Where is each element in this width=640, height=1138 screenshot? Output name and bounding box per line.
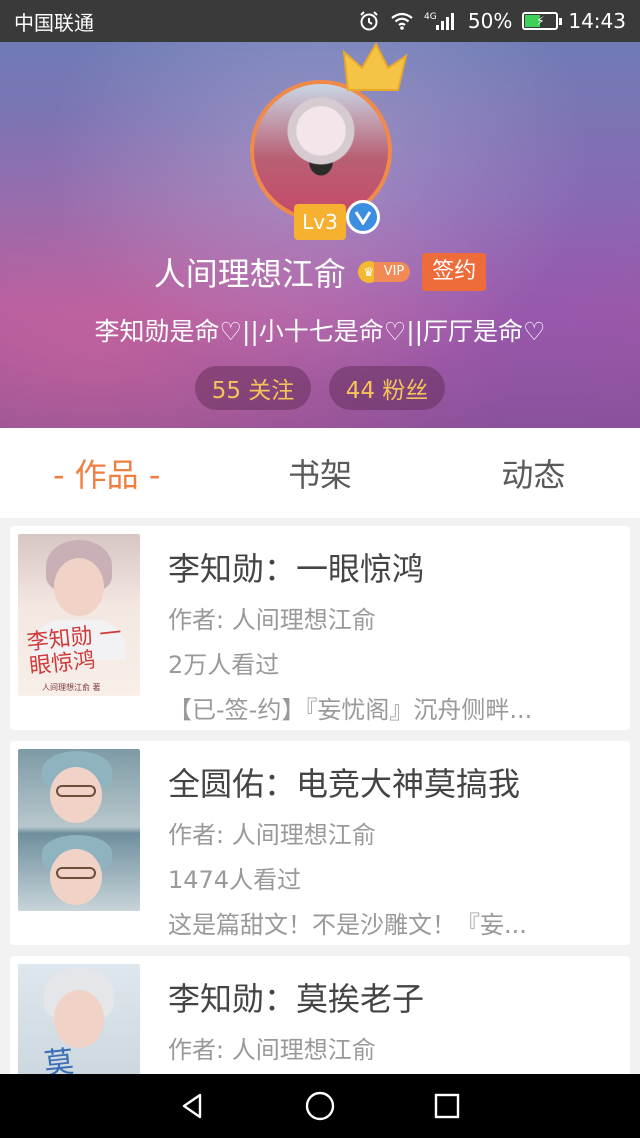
book-cover[interactable]: 李知勋 一眼惊鸿 人间理想江俞 著: [18, 534, 140, 696]
tab-bar: - 作品 - 书架 动态: [0, 428, 640, 518]
cover-caption: 人间理想江俞 著: [42, 683, 101, 692]
stats-row: 55 关注 44 粉丝: [0, 366, 640, 410]
book-cover[interactable]: 莫: [18, 964, 140, 1074]
recents-icon[interactable]: [423, 1082, 471, 1130]
book-title: 李知勋：一眼惊鸿: [168, 550, 425, 588]
wifi-icon: [390, 11, 414, 31]
level-badge: Lv3: [294, 204, 346, 240]
book-cover[interactable]: [18, 749, 140, 911]
battery-icon: ⚡: [522, 12, 563, 30]
avatar-container[interactable]: [250, 80, 392, 222]
book-author: 作者: 人间理想江俞: [168, 606, 376, 634]
book-card[interactable]: 莫 李知勋：莫挨老子 作者: 人间理想江俞: [10, 956, 630, 1074]
following-button[interactable]: 55 关注: [195, 366, 311, 410]
navigation-bar: [0, 1074, 640, 1138]
carrier-label: 中国联通: [14, 10, 94, 35]
profile-bio: 李知勋是命♡||小十七是命♡||厅厅是命♡: [94, 317, 546, 346]
vip-badge: ♛ VIP: [357, 259, 411, 285]
svg-text:4G: 4G: [424, 12, 437, 22]
crown-icon: [342, 42, 408, 100]
book-info: 李知勋：莫挨老子 作者: 人间理想江俞: [168, 974, 612, 1065]
book-description: 这是篇甜文！不是沙雕文！『妄...: [168, 911, 527, 939]
signal-icon: 4G: [424, 10, 458, 32]
username: 人间理想江俞: [153, 255, 346, 293]
clock: 14:43: [568, 9, 626, 33]
username-row: 人间理想江俞 ♛ VIP 签约: [0, 250, 640, 294]
cover-title: 莫: [42, 1044, 76, 1074]
vip-label: VIP: [373, 262, 411, 282]
alarm-icon: [358, 10, 380, 32]
contract-badge: 签约: [422, 253, 487, 291]
battery-percent: 50%: [467, 9, 513, 33]
book-author: 作者: 人间理想江俞: [168, 1036, 376, 1064]
book-info: 李知勋：一眼惊鸿 作者: 人间理想江俞 2万人看过 【已-签-约】『妄忧阁』沉舟…: [168, 544, 612, 725]
verified-icon: [346, 200, 380, 234]
status-bar: 中国联通 4G 50% ⚡ 14:43: [0, 0, 640, 42]
status-indicators: 4G 50% ⚡ 14:43: [358, 9, 626, 33]
profile-header: Lv3 人间理想江俞 ♛ VIP 签约 李知勋是命♡||小十七是命♡||厅厅是命…: [0, 42, 640, 428]
book-list[interactable]: 李知勋 一眼惊鸿 人间理想江俞 著 李知勋：一眼惊鸿 作者: 人间理想江俞 2万…: [0, 518, 640, 1074]
book-card[interactable]: 李知勋 一眼惊鸿 人间理想江俞 著 李知勋：一眼惊鸿 作者: 人间理想江俞 2万…: [10, 526, 630, 730]
book-views: 2万人看过: [168, 651, 280, 679]
book-title: 李知勋：莫挨老子: [168, 980, 425, 1018]
tab-works[interactable]: - 作品 -: [0, 450, 213, 496]
book-title: 全圆佑：电竞大神莫搞我: [168, 765, 521, 803]
tab-activity[interactable]: 动态: [427, 450, 640, 496]
back-icon[interactable]: [169, 1082, 217, 1130]
cover-title: 李知勋 一眼惊鸿: [25, 620, 123, 680]
book-author: 作者: 人间理想江俞: [168, 821, 376, 849]
fans-button[interactable]: 44 粉丝: [329, 366, 445, 410]
book-views: 1474人看过: [168, 866, 302, 894]
book-info: 全圆佑：电竞大神莫搞我 作者: 人间理想江俞 1474人看过 这是篇甜文！不是沙…: [168, 759, 612, 940]
book-card[interactable]: 全圆佑：电竞大神莫搞我 作者: 人间理想江俞 1474人看过 这是篇甜文！不是沙…: [10, 741, 630, 945]
home-icon[interactable]: [296, 1082, 344, 1130]
tab-bookshelf[interactable]: 书架: [213, 450, 426, 496]
book-description: 【已-签-约】『妄忧阁』沉舟侧畔...: [168, 696, 533, 724]
avatar[interactable]: [250, 80, 392, 222]
